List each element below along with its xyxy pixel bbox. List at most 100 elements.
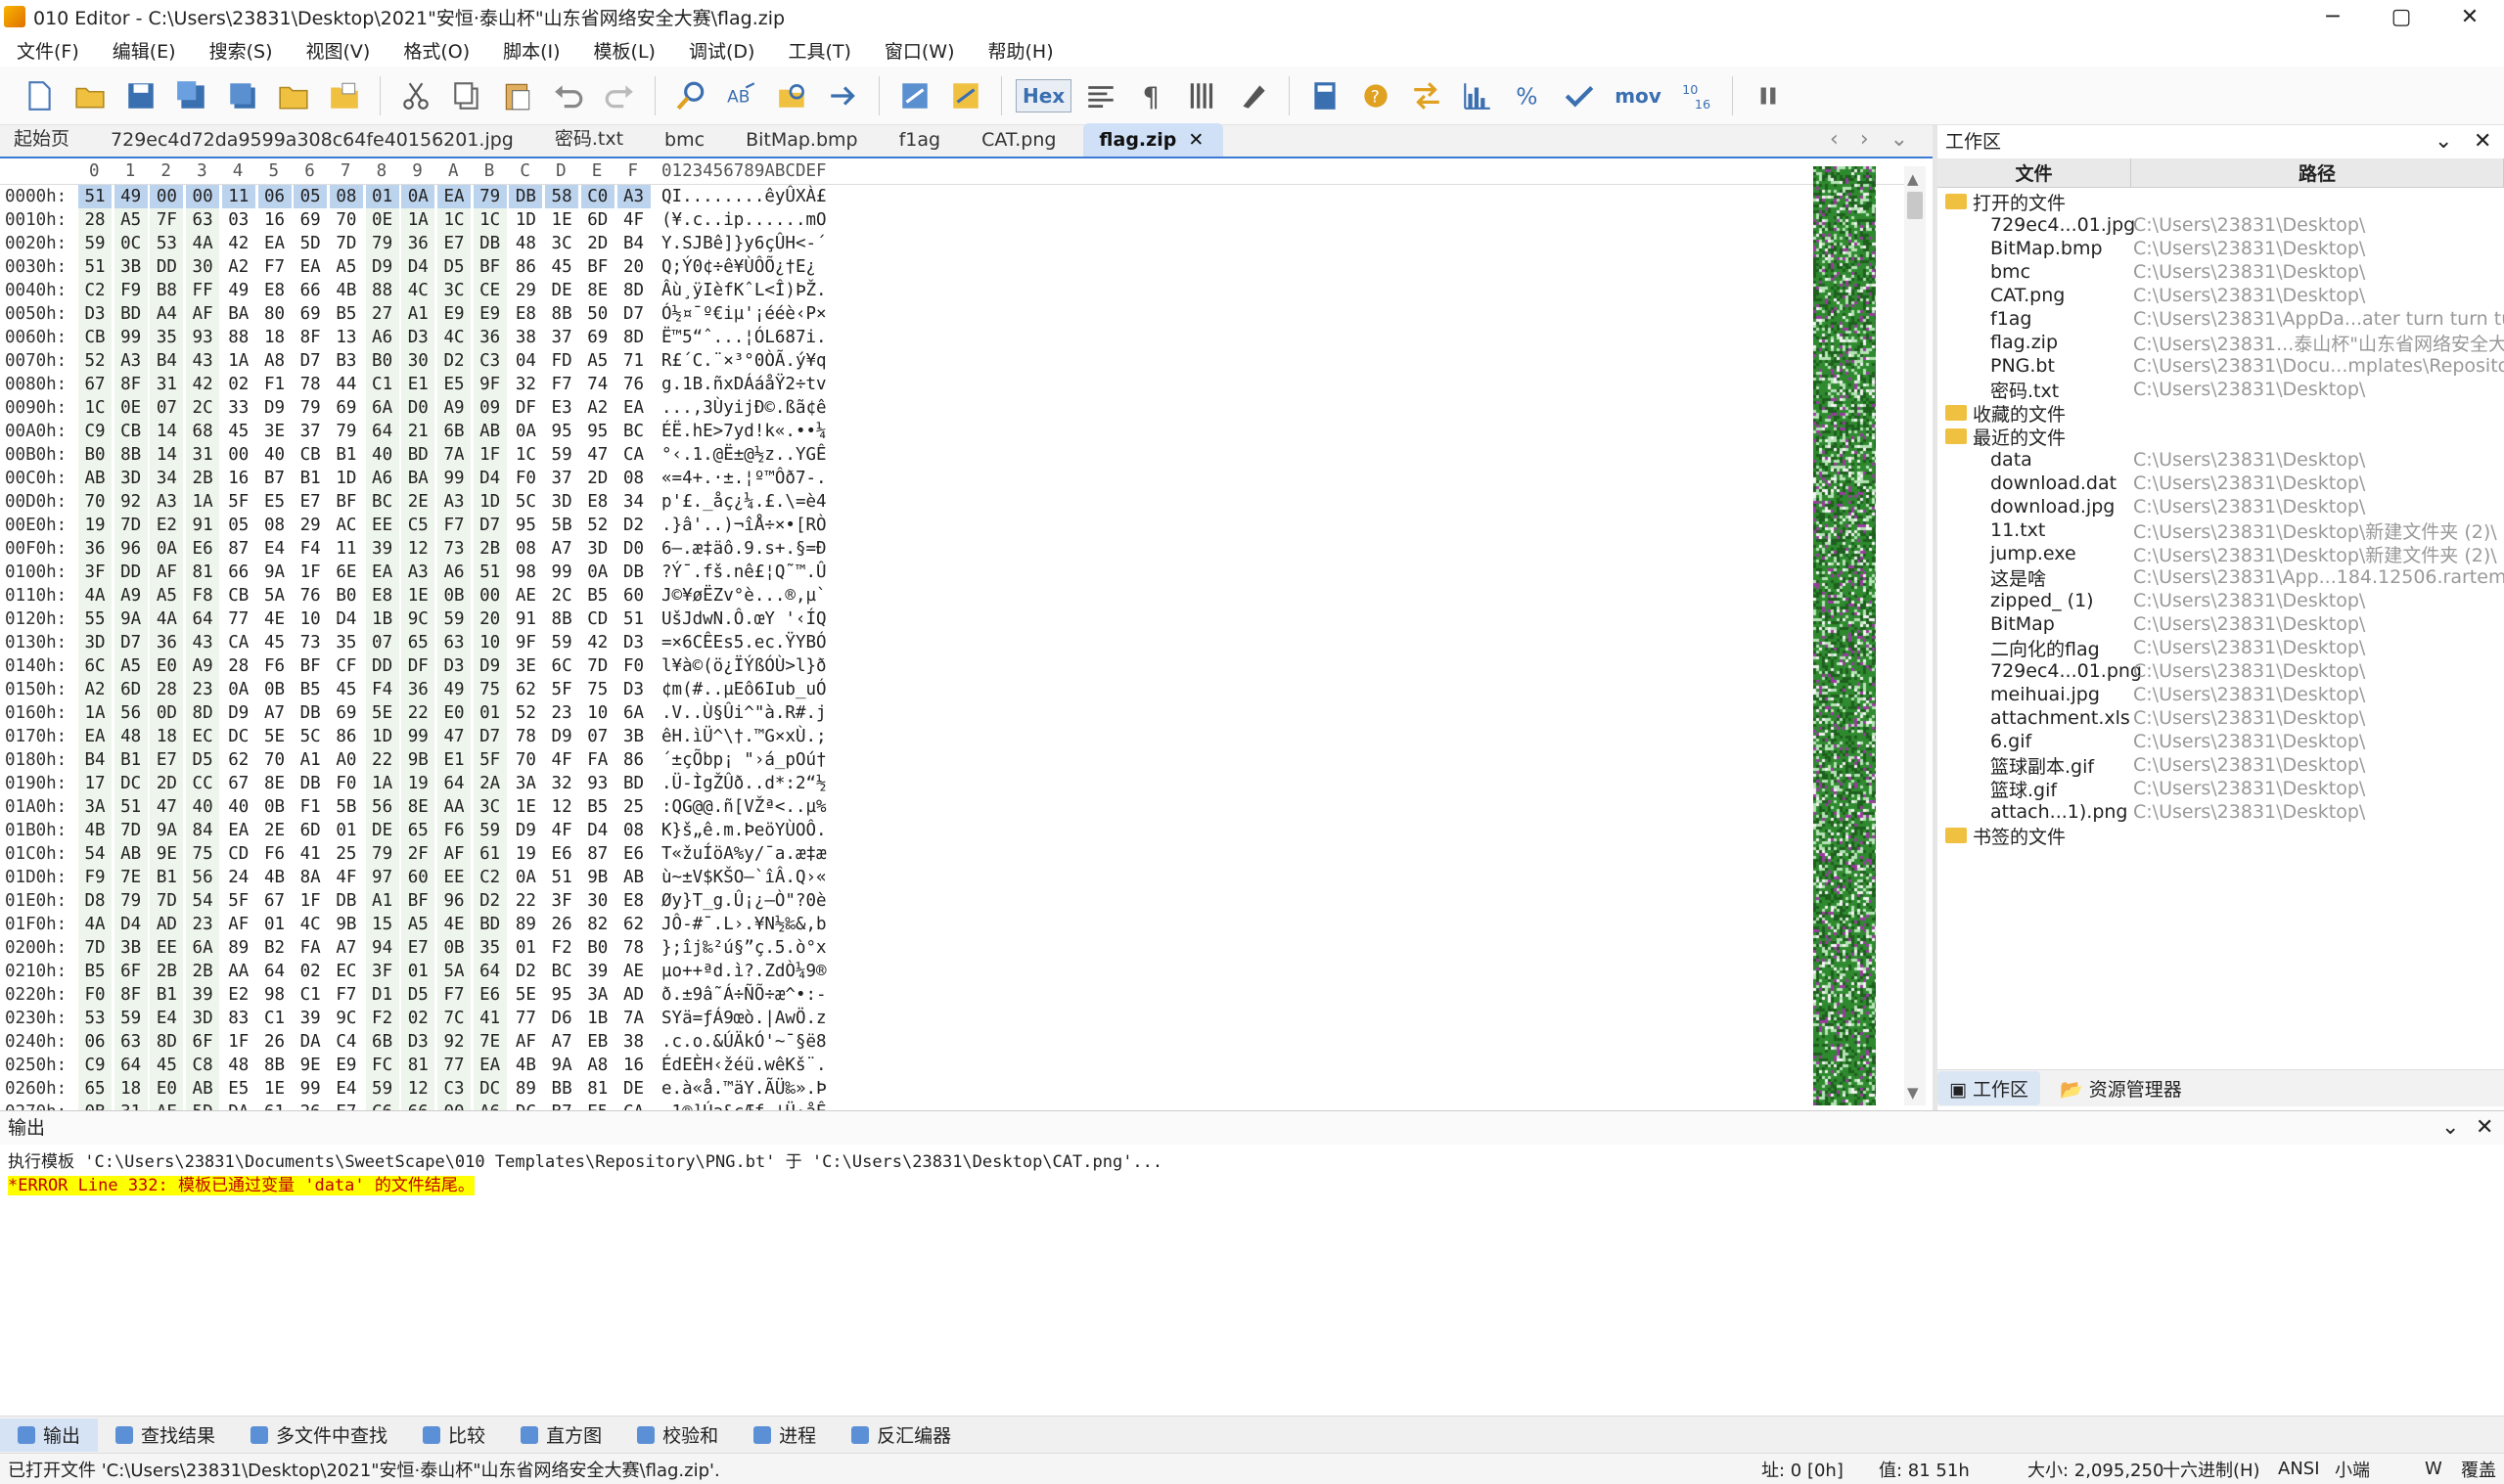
hex-byte[interactable]: E4	[150, 1007, 184, 1030]
ascii-text[interactable]: .c.o.&ÚÄkÓ'~¯§ë8	[661, 1030, 827, 1054]
ascii-text[interactable]: 6–.æ‡äô.9.s+.§=Ð	[661, 537, 827, 561]
hex-byte[interactable]: 88	[222, 326, 255, 349]
hex-byte[interactable]: 68	[186, 420, 220, 443]
hex-byte[interactable]: BF	[294, 654, 327, 678]
hex-byte[interactable]: D9	[222, 701, 255, 725]
hex-byte[interactable]: AF	[222, 913, 255, 936]
hex-byte[interactable]: D3	[437, 654, 471, 678]
hex-byte[interactable]: CA	[617, 443, 651, 467]
status-w[interactable]: W	[2425, 1459, 2442, 1479]
hex-byte[interactable]: E8	[617, 889, 651, 913]
hex-byte[interactable]: CA	[617, 1101, 651, 1110]
hex-byte[interactable]: 21	[401, 420, 435, 443]
hex-byte[interactable]: 10	[294, 607, 327, 631]
ascii-text[interactable]: µo++ªd.ì?.ZdÒ¼9®	[661, 960, 827, 983]
hex-byte[interactable]: 63	[114, 1030, 148, 1054]
hex-byte[interactable]: 98	[509, 561, 542, 584]
hex-byte[interactable]: 37	[545, 326, 578, 349]
hex-byte[interactable]: F4	[294, 537, 327, 561]
hex-byte[interactable]: EA	[473, 1054, 507, 1077]
hex-byte[interactable]: EA	[222, 819, 255, 842]
hex-byte[interactable]: DB	[509, 185, 543, 208]
hex-byte[interactable]: 7E	[473, 1030, 507, 1054]
hex-byte[interactable]: F6	[258, 654, 292, 678]
ascii-text[interactable]: T«žuÍöA%y/¯a.æ‡æ	[661, 842, 827, 866]
menu-item-5[interactable]: 脚本(I)	[486, 37, 576, 64]
hex-byte[interactable]: 0C	[114, 232, 148, 255]
text-mode-icon[interactable]	[1079, 74, 1122, 117]
hex-byte[interactable]: D2	[437, 349, 471, 373]
find-in-files-icon[interactable]	[771, 74, 814, 117]
hex-byte[interactable]: 96	[437, 889, 471, 913]
hex-byte[interactable]: D1	[365, 983, 399, 1007]
hex-byte[interactable]: D4	[581, 819, 615, 842]
hex-byte[interactable]: 45	[258, 631, 292, 654]
hex-byte[interactable]: 91	[186, 514, 220, 537]
redo-icon[interactable]	[598, 74, 641, 117]
hex-byte[interactable]: 87	[222, 537, 255, 561]
hex-byte[interactable]: 4F	[545, 819, 578, 842]
hex-byte[interactable]: 95	[545, 420, 578, 443]
hex-byte[interactable]: 8D	[150, 1030, 184, 1054]
hex-byte[interactable]: B7	[258, 467, 292, 490]
tab-file-0[interactable]: 起始页	[0, 124, 97, 157]
hex-byte[interactable]: 94	[365, 936, 399, 960]
hex-byte[interactable]: AF	[509, 1030, 542, 1054]
hex-byte[interactable]: 4C	[401, 279, 435, 302]
hex-byte[interactable]: 45	[545, 255, 578, 279]
hex-byte[interactable]: 2E	[258, 819, 292, 842]
pilcrow-icon[interactable]: ¶	[1130, 74, 1173, 117]
save-icon[interactable]	[119, 74, 162, 117]
status-encoding[interactable]: ANSI	[2278, 1459, 2320, 1479]
hex-byte[interactable]: 4A	[186, 232, 220, 255]
hex-byte[interactable]: 49	[437, 678, 471, 701]
hex-byte[interactable]: C9	[78, 420, 112, 443]
hex-byte[interactable]: 7C	[437, 1007, 471, 1030]
hex-byte[interactable]: B1	[150, 983, 184, 1007]
workspace-group[interactable]: 收藏的文件	[1937, 401, 2504, 425]
hex-byte[interactable]: 99	[437, 467, 471, 490]
menu-item-2[interactable]: 搜索(S)	[193, 37, 290, 64]
hex-byte[interactable]: A7	[258, 701, 292, 725]
hex-byte[interactable]: B4	[78, 748, 112, 772]
hex-byte[interactable]: 8B	[545, 302, 578, 326]
hex-byte[interactable]: EE	[150, 936, 184, 960]
hex-byte[interactable]: 51	[78, 255, 112, 279]
workspace-file-item[interactable]: download.dat C:\Users\23831\Desktop\	[1937, 472, 2504, 495]
status-endian[interactable]: 小端	[2335, 1457, 2370, 1482]
hex-byte[interactable]: 3C	[473, 795, 507, 819]
hex-byte[interactable]: 45	[150, 1054, 184, 1077]
hex-byte[interactable]: 6B	[437, 420, 471, 443]
save-all-icon[interactable]	[221, 74, 264, 117]
hex-byte[interactable]: B4	[617, 232, 651, 255]
hex-byte[interactable]: 0B	[258, 795, 292, 819]
ascii-text[interactable]: K}š„ê.m.ÞeöYÙOÔ.	[661, 819, 827, 842]
hex-byte[interactable]: 7D	[114, 819, 148, 842]
hex-byte[interactable]: A9	[437, 396, 471, 420]
hex-byte[interactable]: D6	[545, 1007, 578, 1030]
hex-byte[interactable]: 51	[617, 607, 651, 631]
hex-byte[interactable]: A7	[545, 537, 578, 561]
hex-byte[interactable]: 3F	[78, 561, 112, 584]
hex-byte[interactable]: B2	[258, 936, 292, 960]
ascii-text[interactable]: ÉdEÈH‹žéü.wêKš¨.	[661, 1054, 827, 1077]
workspace-file-item[interactable]: 729ec4...01.jpg C:\Users\23831\Desktop\	[1937, 213, 2504, 237]
hex-byte[interactable]: F0	[78, 983, 112, 1007]
menu-item-0[interactable]: 文件(F)	[0, 37, 96, 64]
hex-byte[interactable]: E8	[509, 302, 542, 326]
ascii-text[interactable]: ÉË.hE>7yd!k«.••¼	[661, 420, 827, 443]
hex-byte[interactable]: E0	[150, 1077, 184, 1101]
file-column-header[interactable]: 文件	[1937, 158, 2131, 187]
bottom-tab-7[interactable]: 反汇编器	[834, 1421, 969, 1448]
workspace-group[interactable]: 书签的文件	[1937, 824, 2504, 847]
hex-byte[interactable]: F7	[545, 373, 578, 396]
hex-byte[interactable]: 22	[509, 889, 542, 913]
hex-byte[interactable]: 7E	[114, 866, 148, 889]
hex-byte[interactable]: 5E	[365, 701, 399, 725]
hex-byte[interactable]: EE	[365, 514, 399, 537]
hex-byte[interactable]: 40	[365, 443, 399, 467]
hex-byte[interactable]: DB	[473, 232, 507, 255]
workspace-close-icon[interactable]: ✕	[2474, 125, 2491, 158]
hex-byte[interactable]: 2C	[186, 396, 220, 420]
hex-byte[interactable]: A9	[186, 654, 220, 678]
